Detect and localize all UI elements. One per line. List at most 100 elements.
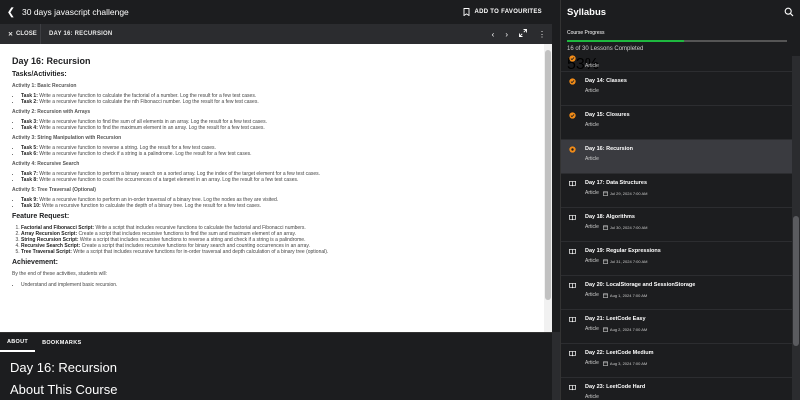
completed-check-icon [569,112,576,119]
task-item: Task 4: Write a recursive function to fi… [21,125,540,131]
syllabus-item[interactable]: Day 15: Closures Article [561,106,793,140]
syllabus-item-name: Day 22: LeetCode Medium [585,350,654,356]
syllabus-item[interactable]: Day 22: LeetCode Medium Article Aug 3, 202… [561,344,793,378]
syllabus-item-name: Day 15: Closures [585,112,630,118]
sidebar-scrollbar-thumb[interactable] [793,216,799,346]
feature-item: Tree Traversal Script: Write a script th… [21,249,540,255]
lesson-content: Day 16: Recursion Tasks/Activities: Acti… [0,44,552,332]
syllabus-item-meta: Article Aug 1, 2024 7:00 AM [585,292,793,298]
syllabus-item[interactable]: Day 19: Regular Expressions Article Jul 31… [561,242,793,276]
syllabus-item-type: Article [585,122,599,128]
sidebar-scrollbar[interactable] [792,56,800,400]
syllabus-item-date: Aug 2, 2024 7:00 AM [603,327,647,332]
task-list: Task 3: Write a recursive function to fi… [12,119,540,131]
about-tabs: ABOUT BOOKMARKS [0,332,552,352]
syllabus-item-date: Jul 30, 2024 7:00 AM [603,225,648,230]
syllabus-item-meta: Article [585,122,793,128]
syllabus-item[interactable]: Day 16: Recursion Article [561,140,793,174]
task-text: Write a recursive function to count the … [39,177,299,183]
syllabus-item-name: Day 19: Regular Expressions [585,248,661,254]
syllabus-item-name: Day 14: Classes [585,78,627,84]
syllabus-title: Syllabus [567,6,607,18]
fullscreen-icon[interactable] [519,29,527,39]
syllabus-item-meta: Article Jul 31, 2024 7:00 AM [585,258,793,264]
task-label: Task 4: [21,125,38,131]
calendar-icon [603,259,608,264]
syllabus-item-meta: Article [585,88,793,94]
syllabus-item-date: Jul 31, 2024 7:00 AM [603,259,648,264]
lesson-list: Article Day 14: Classes Article Day 15: Clo… [561,55,793,400]
tab-about[interactable]: ABOUT [0,333,36,352]
add-to-favourites-label: ADD TO FAVOURITES [474,9,542,15]
more-options-icon[interactable]: ⋮ [538,30,546,39]
syllabus-item-date: Jul 29, 2024 7:00 AM [603,191,648,196]
syllabus-item-type: Article [585,292,599,298]
syllabus-item-name: Day 23: LeetCode Hard [585,384,646,390]
close-button[interactable]: ✕ CLOSE [0,24,41,44]
calendar-icon [603,225,608,230]
syllabus-item-type: Article [585,326,599,332]
about-title: Day 16: Recursion [10,360,117,375]
syllabus-item[interactable]: Day 21: LeetCode Easy Article Aug 2, 2024 … [561,310,793,344]
book-icon [569,214,576,221]
syllabus-item-type: Article [585,394,599,400]
task-item: Task 10: Write a recursive function to c… [21,203,540,209]
content-scrollbar[interactable] [544,44,552,332]
content-scrollbar-thumb[interactable] [545,50,551,300]
book-icon [569,248,576,255]
syllabus-item-name: Day 18: Algorithms [585,214,635,220]
next-lesson-icon[interactable]: › [505,30,508,39]
syllabus-item[interactable]: Article [561,55,793,72]
task-label: Task 10: [21,203,41,209]
achievement-item: Understand and implement basic recursion… [21,282,540,288]
tab-bookmarks[interactable]: BOOKMARKS [35,333,88,352]
progress-bar-fill [567,40,684,42]
book-icon [569,316,576,323]
bookmark-icon [463,8,470,16]
syllabus-item-date-text: Aug 2, 2024 7:00 AM [609,326,648,332]
achievement-heading: Achievement: [12,259,58,266]
syllabus-item-name: Day 16: Recursion [585,146,633,152]
syllabus-item-name: Day 21: LeetCode Easy [585,316,646,322]
activity-heading: Activity 4: Recursive Search [12,161,80,167]
syllabus-item-meta: Article Aug 2, 2024 7:00 AM [585,326,793,332]
task-label: Task 2: [21,99,38,105]
task-item: Task 6: Write a recursive function to ch… [21,151,540,157]
syllabus-item-date: Aug 3, 2024 7:00 AM [603,361,647,366]
task-list: Task 5: Write a recursive function to re… [12,145,540,157]
achievement-intro: By the end of these activities, students… [12,271,108,277]
page-scrollbar[interactable] [552,332,560,400]
syllabus-item-meta: Article Aug 3, 2024 7:00 AM [585,360,793,366]
back-chevron-icon[interactable]: ❮ [2,7,20,18]
task-list: Task 7: Write a recursive function to pe… [12,171,540,183]
about-subtitle: About This Course [10,382,118,397]
previous-lesson-icon[interactable]: ‹ [492,30,495,39]
syllabus-item[interactable]: Day 20: LocalStorage and SessionStorage A… [561,276,793,310]
calendar-icon [603,293,608,298]
syllabus-item[interactable]: Day 23: LeetCode Hard Article [561,378,793,400]
completed-check-icon [569,78,576,85]
task-list: Task 1: Write a recursive function to ca… [12,93,540,105]
syllabus-item-date: Aug 1, 2024 7:00 AM [603,293,647,298]
book-icon [569,350,576,357]
activity-heading: Activity 3: String Manipulation with Rec… [12,135,122,141]
syllabus-item[interactable]: Day 17: Data Structures Article Jul 29, 20… [561,174,793,208]
calendar-icon [603,191,608,196]
syllabus-item-meta: Article Jul 30, 2024 7:00 AM [585,224,793,230]
lesson-name: DAY 16: RECURSION [49,31,113,37]
syllabus-item-date-text: Aug 1, 2024 7:00 AM [609,292,648,298]
book-icon [569,384,576,391]
task-text: Write a recursive function to find the m… [39,125,265,131]
syllabus-item-meta: Article Jul 29, 2024 7:00 AM [585,190,793,196]
add-to-favourites-button[interactable]: ADD TO FAVOURITES [463,0,542,24]
book-icon [569,180,576,187]
progress-label: Course Progress [567,30,605,36]
task-label: Task 8: [21,177,38,183]
syllabus-item-date-text: Jul 30, 2024 7:00 AM [609,224,648,230]
syllabus-item[interactable]: Day 18: Algorithms Article Jul 30, 2024 7:… [561,208,793,242]
syllabus-item[interactable]: Day 14: Classes Article [561,72,793,106]
activity-heading: Activity 2: Recursion with Arrays [12,109,91,115]
feature-label: Tree Traversal Script: [21,249,72,255]
syllabus-item-name: Day 17: Data Structures [585,180,648,186]
search-icon[interactable] [784,7,794,17]
